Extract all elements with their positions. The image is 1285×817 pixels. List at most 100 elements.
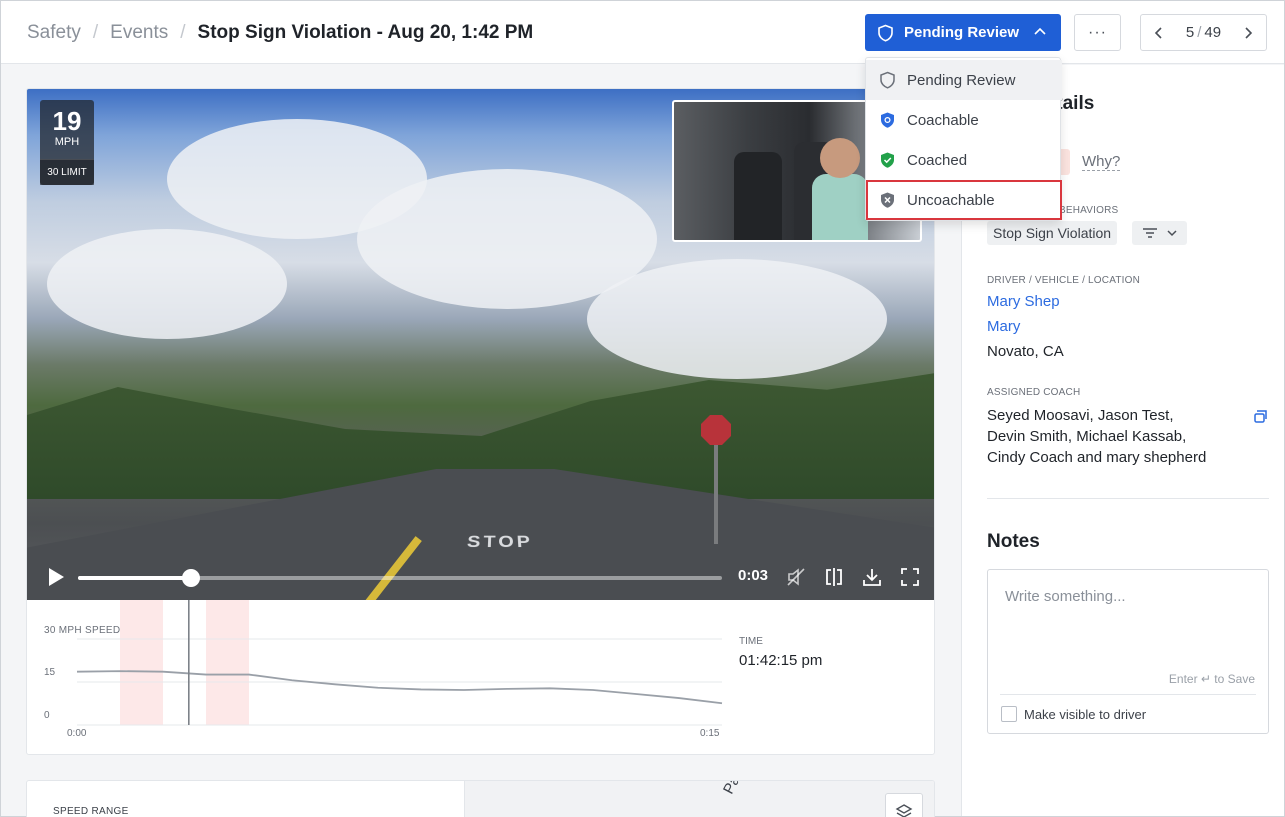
shield-outline-icon (877, 24, 894, 42)
event-highlight-range (120, 600, 163, 725)
driver-vehicle-location-label: DRIVER / VEHICLE / LOCATION (987, 275, 1140, 286)
layers-icon (895, 803, 913, 817)
shield-check-icon (879, 151, 896, 169)
page-header: Safety / Events / Stop Sign Violation - … (1, 1, 1284, 64)
video-controls: 0:03 (27, 555, 935, 600)
stop-sign (701, 415, 731, 445)
chevron-right-icon (1242, 26, 1254, 40)
driver-link[interactable]: Mary Shep (987, 293, 1060, 310)
breadcrumb-safety[interactable]: Safety (27, 22, 81, 44)
map-layers-button[interactable] (885, 793, 923, 817)
pager-slash: / (1197, 24, 1201, 41)
filter-icon (1142, 227, 1158, 239)
chevron-down-icon (1166, 228, 1178, 238)
status-dropdown-button[interactable]: Pending Review (865, 14, 1061, 51)
status-option-label: Coached (907, 152, 967, 169)
fullscreen-icon[interactable] (899, 566, 921, 588)
split-view-icon[interactable] (823, 566, 845, 588)
shield-blue-icon (879, 111, 896, 129)
y-tick-label: 15 (44, 667, 55, 678)
breadcrumb-separator: / (93, 22, 98, 44)
x-tick-label: 0:00 (67, 728, 86, 739)
notes-title: Notes (987, 531, 1040, 553)
speed-chart-plot[interactable] (27, 600, 935, 755)
road-stop-marking: STOP (466, 533, 534, 552)
status-option-label: Coachable (907, 112, 979, 129)
chart-title: 30 MPH SPEED (44, 625, 120, 636)
shield-x-icon (879, 191, 896, 209)
coach-names-line: Seyed Moosavi, Jason Test, (987, 405, 1174, 426)
cloud (47, 229, 287, 339)
visible-to-driver-label[interactable]: Make visible to driver (1024, 707, 1146, 722)
page-title: Stop Sign Violation - Aug 20, 1:42 PM (198, 22, 534, 44)
cloud (587, 259, 887, 379)
speed-series-line (77, 671, 722, 703)
location-text: Novato, CA (987, 343, 1064, 360)
status-option-pending-review[interactable]: Pending Review (866, 60, 1062, 100)
pager-current: 5 (1186, 24, 1194, 41)
pager-count: 5/49 (1186, 24, 1221, 41)
time-label: TIME (739, 636, 763, 647)
status-option-label: Uncoachable (907, 192, 995, 209)
more-options-button[interactable]: ··· (1074, 14, 1121, 51)
status-option-uncoachable[interactable]: Uncoachable (866, 180, 1062, 220)
assigned-coach-label: ASSIGNED COACH (987, 387, 1080, 398)
y-tick-label: 0 (44, 710, 50, 721)
event-highlight-range (206, 600, 249, 725)
notes-separator (1000, 694, 1256, 695)
event-pager: 5/49 (1140, 14, 1267, 51)
dashcam-video[interactable]: STOP 19 MPH 30 LIMIT 0:03 (27, 89, 935, 600)
speed-range-label: SPEED RANGE (53, 806, 129, 817)
visible-to-driver-checkbox[interactable] (1001, 706, 1017, 722)
driver-head (820, 138, 860, 178)
notes-textarea[interactable]: Write something... Enter ↵ to Save Make … (987, 569, 1269, 734)
map-street-label: Palme (720, 780, 755, 797)
coach-names-line: Devin Smith, Michael Kassab, (987, 426, 1186, 447)
pager-total: 49 (1204, 24, 1221, 41)
chevron-left-icon (1153, 26, 1165, 40)
breadcrumb-separator: / (180, 22, 185, 44)
status-option-coached[interactable]: Coached (866, 140, 1062, 180)
status-dropdown-menu: Pending Review Coachable Coached Uncoach… (865, 57, 1061, 221)
status-button-label: Pending Review (904, 24, 1019, 41)
video-time: 0:03 (738, 567, 768, 584)
panel-divider (987, 498, 1269, 499)
seat (734, 152, 782, 242)
play-icon[interactable] (46, 566, 66, 588)
scrubber-handle[interactable] (182, 569, 200, 587)
breadcrumb-events[interactable]: Events (110, 22, 168, 44)
time-value: 01:42:15 pm (739, 652, 822, 669)
download-icon[interactable] (861, 566, 883, 588)
x-tick-label: 0:15 (700, 728, 719, 739)
chevron-up-icon (1033, 25, 1047, 39)
vehicle-link[interactable]: Mary (987, 318, 1020, 335)
behavior-chip[interactable]: Stop Sign Violation (987, 221, 1117, 245)
speed-unit: MPH (40, 136, 94, 148)
map[interactable]: Palme (464, 781, 935, 817)
sign-pole (714, 444, 718, 544)
speed-limit: 30 LIMIT (40, 159, 94, 185)
event-media-card: STOP 19 MPH 30 LIMIT 0:03 30 MPH SPEED 1… (26, 88, 935, 755)
behaviors-label: BEHAVIORS (1059, 205, 1118, 216)
speed-map-card: SPEED RANGE Palme (26, 780, 935, 817)
driver-figure (812, 174, 868, 242)
speed-chart: 30 MPH SPEED 15 0 0:00 0:15 TIME 01:42:1… (27, 600, 935, 755)
video-progress (78, 576, 191, 580)
breadcrumb: Safety / Events / Stop Sign Violation - … (27, 22, 533, 44)
speed-value: 19 (40, 107, 94, 135)
why-link[interactable]: Why? (1082, 153, 1120, 171)
enter-to-save-hint: Enter ↵ to Save (1169, 672, 1255, 686)
status-option-label: Pending Review (907, 72, 1015, 89)
behavior-filter-button[interactable] (1132, 221, 1187, 245)
speed-badge: 19 MPH 30 LIMIT (40, 100, 94, 185)
shield-outline-icon (879, 71, 896, 89)
coach-names-line: Cindy Coach and mary shepherd (987, 447, 1206, 468)
more-icon: ··· (1088, 24, 1107, 42)
next-event-button[interactable] (1230, 15, 1266, 50)
edit-coach-icon[interactable] (1252, 407, 1270, 425)
status-option-coachable[interactable]: Coachable (866, 100, 1062, 140)
video-scrubber[interactable] (78, 576, 722, 580)
previous-event-button[interactable] (1141, 15, 1177, 50)
mute-icon[interactable] (785, 566, 807, 588)
notes-placeholder: Write something... (1005, 588, 1126, 605)
